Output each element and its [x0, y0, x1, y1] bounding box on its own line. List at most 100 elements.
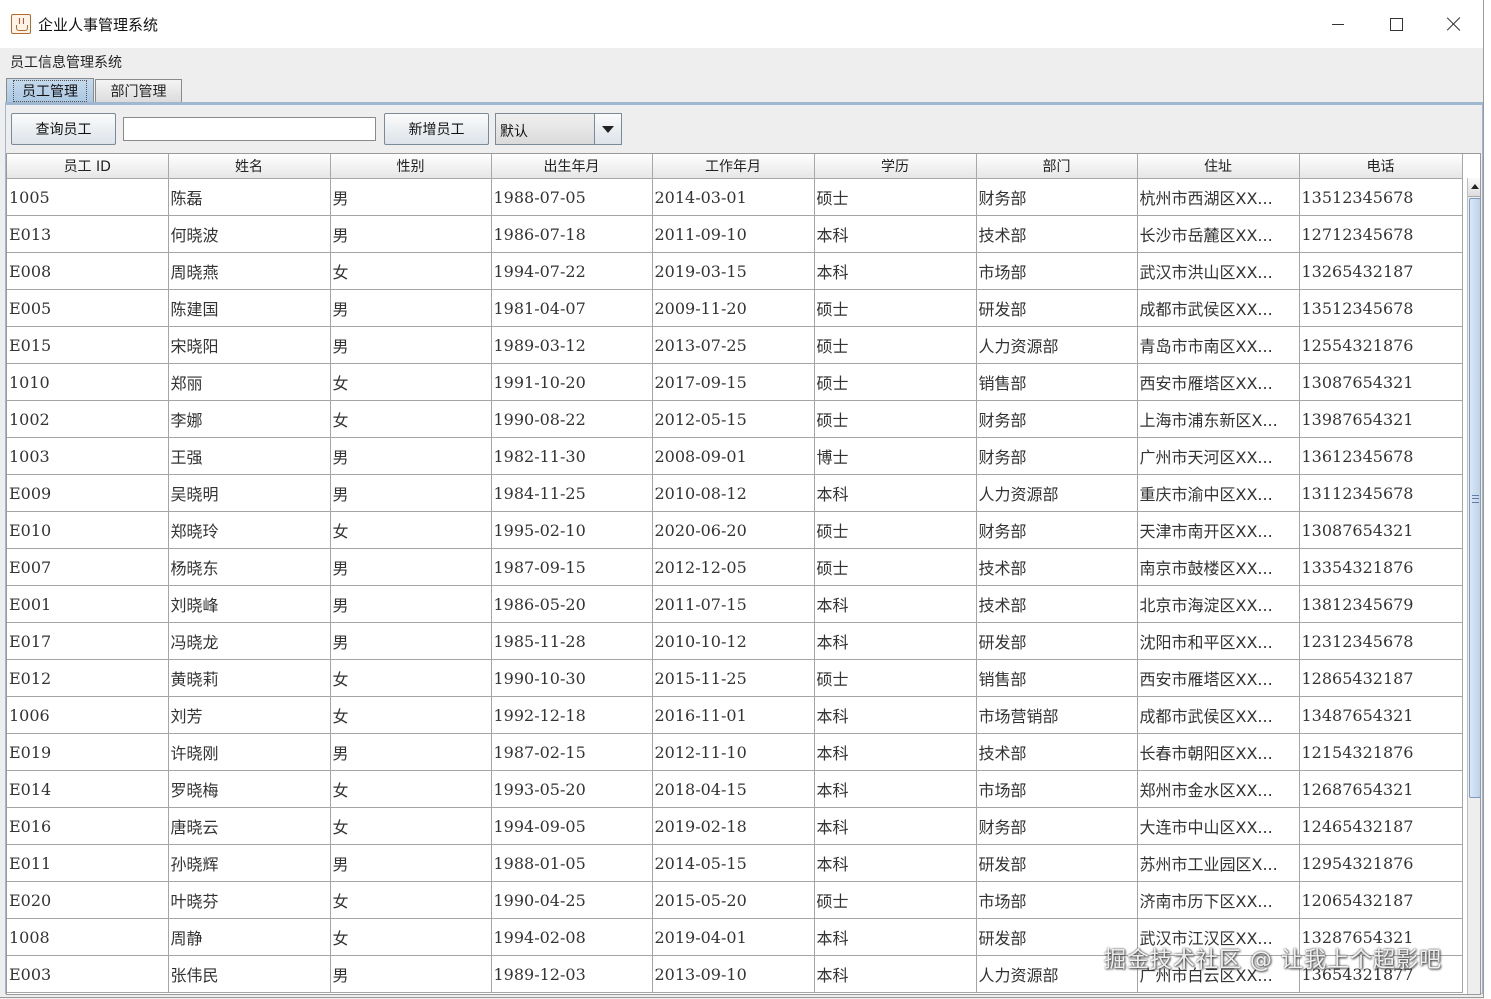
minimize-button[interactable]: [1310, 8, 1366, 40]
table-cell[interactable]: 本科: [814, 585, 977, 623]
table-cell[interactable]: 1995-02-10: [491, 511, 653, 549]
search-input[interactable]: [123, 117, 376, 141]
table-cell[interactable]: 12554321876: [1299, 326, 1463, 364]
column-header[interactable]: 电话: [1299, 154, 1463, 179]
column-header[interactable]: 部门: [976, 154, 1138, 179]
table-cell[interactable]: 技术部: [976, 548, 1138, 586]
table-cell[interactable]: 2014-05-15: [652, 844, 815, 882]
table-cell[interactable]: 本科: [814, 844, 977, 882]
column-header[interactable]: 员工 ID: [7, 154, 169, 179]
table-cell[interactable]: 1990-08-22: [491, 400, 653, 438]
table-cell[interactable]: 2011-09-10: [652, 215, 815, 253]
table-cell[interactable]: 2019-02-18: [652, 807, 815, 845]
table-cell[interactable]: 2008-09-01: [652, 437, 815, 475]
table-cell[interactable]: 人力资源部: [976, 326, 1138, 364]
table-row[interactable]: E012 黄晓莉女 1990-10-30 2015-11-25 硕士 销售部 西安市雁塔区X…: [7, 659, 1463, 697]
table-row[interactable]: 1002 李娜女 1990-08-22 2012-05-15 硕士 财务部 上海市浦东新区X…: [7, 400, 1463, 438]
table-cell[interactable]: 苏州市工业园区X...: [1137, 844, 1300, 882]
table-cell[interactable]: 硕士: [814, 178, 977, 216]
table-cell[interactable]: 13265432187: [1299, 252, 1463, 290]
table-cell[interactable]: 1005: [7, 178, 169, 216]
table-cell[interactable]: E015: [7, 326, 169, 364]
table-cell[interactable]: 2015-11-25: [652, 659, 815, 697]
table-cell[interactable]: 1994-09-05: [491, 807, 653, 845]
table-cell[interactable]: 长沙市岳麓区XX...: [1137, 215, 1300, 253]
close-button[interactable]: [1426, 8, 1482, 40]
table-cell[interactable]: 男: [330, 955, 492, 993]
table-cell[interactable]: 本科: [814, 474, 977, 512]
table-cell[interactable]: 12712345678: [1299, 215, 1463, 253]
table-cell[interactable]: 2013-07-25: [652, 326, 815, 364]
table-row[interactable]: E011 孙晓辉男 1988-01-05 2014-05-15 本科 研发部 苏州市工业园区…: [7, 844, 1463, 882]
table-cell[interactable]: 12865432187: [1299, 659, 1463, 697]
table-cell[interactable]: 黄晓莉: [168, 659, 331, 697]
table-row[interactable]: E013 何晓波男 1986-07-18 2011-09-10 本科 技术部 长沙市岳麓区X…: [7, 215, 1463, 253]
table-cell[interactable]: 广州市天河区XX...: [1137, 437, 1300, 475]
table-cell[interactable]: 2014-03-01: [652, 178, 815, 216]
table-cell[interactable]: 济南市历下区XX...: [1137, 881, 1300, 919]
table-cell[interactable]: 男: [330, 733, 492, 771]
table-cell[interactable]: 13512345678: [1299, 178, 1463, 216]
tab-department-management[interactable]: 部门管理: [95, 79, 182, 102]
table-cell[interactable]: 1982-11-30: [491, 437, 653, 475]
table-cell[interactable]: E005: [7, 289, 169, 327]
table-cell[interactable]: 女: [330, 363, 492, 401]
table-cell[interactable]: 2011-07-15: [652, 585, 815, 623]
table-cell[interactable]: 1989-12-03: [491, 955, 653, 993]
table-row[interactable]: 1010 郑丽女 1991-10-20 2017-09-15 硕士 销售部 西安市雁塔区XX…: [7, 363, 1463, 401]
table-cell[interactable]: 本科: [814, 955, 977, 993]
table-cell[interactable]: 1988-01-05: [491, 844, 653, 882]
table-cell[interactable]: 南京市鼓楼区XX...: [1137, 548, 1300, 586]
table-cell[interactable]: 女: [330, 807, 492, 845]
table-cell[interactable]: 罗晓梅: [168, 770, 331, 808]
table-row[interactable]: E014 罗晓梅女 1993-05-20 2018-04-15 本科 市场部 郑州市金水区X…: [7, 770, 1463, 808]
table-row[interactable]: E009 吴晓明男 1984-11-25 2010-08-12 本科 人力资源部 重庆市渝中…: [7, 474, 1463, 512]
table-cell[interactable]: 12312345678: [1299, 622, 1463, 660]
table-cell[interactable]: 市场部: [976, 881, 1138, 919]
table-row[interactable]: E007 杨晓东男 1987-09-15 2012-12-05 硕士 技术部 南京市鼓楼区X…: [7, 548, 1463, 586]
table-cell[interactable]: 刘晓峰: [168, 585, 331, 623]
table-cell[interactable]: E014: [7, 770, 169, 808]
table-cell[interactable]: 2015-05-20: [652, 881, 815, 919]
table-cell[interactable]: E016: [7, 807, 169, 845]
table-cell[interactable]: 陈磊: [168, 178, 331, 216]
table-cell[interactable]: 1002: [7, 400, 169, 438]
table-cell[interactable]: 青岛市市南区XX...: [1137, 326, 1300, 364]
sort-select[interactable]: 默认: [495, 113, 622, 145]
table-cell[interactable]: 13354321876: [1299, 548, 1463, 586]
scroll-up-icon[interactable]: [1468, 178, 1480, 197]
table-cell[interactable]: 1991-10-20: [491, 363, 653, 401]
table-row[interactable]: E010 郑晓玲女 1995-02-10 2020-06-20 硕士 财务部 天津市南开区X…: [7, 511, 1463, 549]
table-cell[interactable]: 男: [330, 474, 492, 512]
table-cell[interactable]: 吴晓明: [168, 474, 331, 512]
table-cell[interactable]: 2009-11-20: [652, 289, 815, 327]
table-cell[interactable]: 销售部: [976, 659, 1138, 697]
table-cell[interactable]: E012: [7, 659, 169, 697]
table-row[interactable]: E020 叶晓芬女 1990-04-25 2015-05-20 硕士 市场部 济南市历下区X…: [7, 881, 1463, 919]
table-cell[interactable]: 1989-03-12: [491, 326, 653, 364]
table-cell[interactable]: 财务部: [976, 807, 1138, 845]
table-cell[interactable]: E013: [7, 215, 169, 253]
table-cell[interactable]: 1990-04-25: [491, 881, 653, 919]
table-cell[interactable]: 许晓刚: [168, 733, 331, 771]
table-row[interactable]: 1003 王强男 1982-11-30 2008-09-01 博士 财务部 广州市天河区XX…: [7, 437, 1463, 475]
table-cell[interactable]: 1981-04-07: [491, 289, 653, 327]
table-cell[interactable]: 硕士: [814, 511, 977, 549]
table-cell[interactable]: 天津市南开区XX...: [1137, 511, 1300, 549]
table-cell[interactable]: 女: [330, 770, 492, 808]
table-cell[interactable]: 2019-03-15: [652, 252, 815, 290]
table-cell[interactable]: 销售部: [976, 363, 1138, 401]
table-row[interactable]: E015 宋晓阳男 1989-03-12 2013-07-25 硕士 人力资源部 青岛市市南…: [7, 326, 1463, 364]
table-cell[interactable]: 周静: [168, 918, 331, 956]
table-cell[interactable]: 硕士: [814, 659, 977, 697]
table-cell[interactable]: 1010: [7, 363, 169, 401]
table-cell[interactable]: 2012-12-05: [652, 548, 815, 586]
table-cell[interactable]: 宋晓阳: [168, 326, 331, 364]
table-cell[interactable]: 1003: [7, 437, 169, 475]
table-cell[interactable]: 财务部: [976, 178, 1138, 216]
table-cell[interactable]: 本科: [814, 215, 977, 253]
table-cell[interactable]: 成都市武侯区XX...: [1137, 696, 1300, 734]
table-row[interactable]: E017 冯晓龙男 1985-11-28 2010-10-12 本科 研发部 沈阳市和平区X…: [7, 622, 1463, 660]
table-cell[interactable]: 13987654321: [1299, 400, 1463, 438]
table-cell[interactable]: 女: [330, 918, 492, 956]
